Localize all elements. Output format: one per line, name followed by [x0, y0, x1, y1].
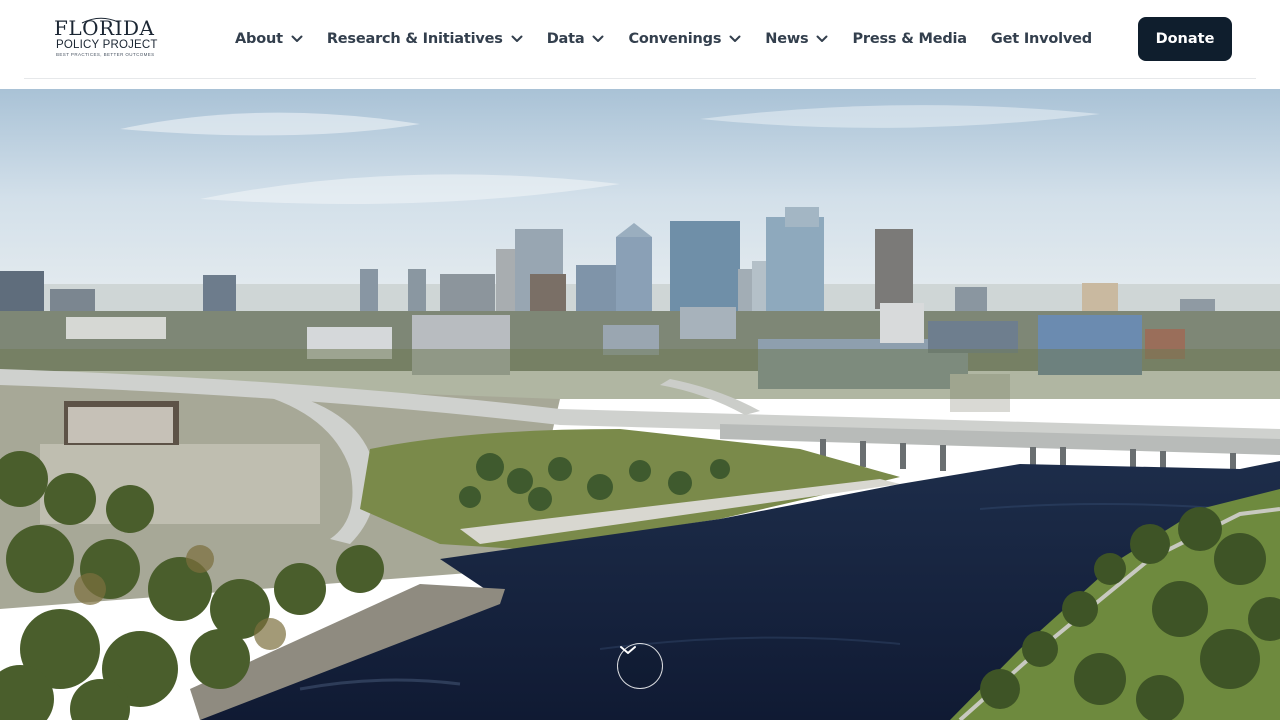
- logo-tagline: BEST PRACTICES, BETTER OUTCOMES: [56, 52, 155, 57]
- header-divider: [24, 78, 1256, 79]
- scroll-down-button[interactable]: [617, 643, 663, 689]
- nav-item-get-involved[interactable]: Get Involved: [991, 19, 1092, 59]
- chevron-down-icon: [592, 35, 604, 42]
- chevron-down-icon: [511, 35, 523, 42]
- nav-item-convenings[interactable]: Convenings: [628, 19, 741, 59]
- site-logo[interactable]: FLORIDA POLICY PROJECT BEST PRACTICES, B…: [54, 16, 162, 60]
- city-skyline-illustration: [0, 89, 1280, 720]
- hero-image: [0, 89, 1280, 720]
- nav-item-news[interactable]: News: [765, 19, 828, 59]
- nav-item-label: Convenings: [628, 31, 722, 47]
- nav-item-data[interactable]: Data: [547, 19, 605, 59]
- logo-wordmark-line1: FLORIDA: [54, 16, 155, 40]
- nav-item-label: News: [765, 31, 809, 47]
- page: FLORIDA POLICY PROJECT BEST PRACTICES, B…: [0, 0, 1280, 720]
- nav-item-label: Research & Initiatives: [326, 31, 503, 47]
- nav-item-label: Press & Media: [852, 31, 967, 47]
- main-nav: About Research & Initiatives Data Conven…: [235, 0, 1092, 78]
- nav-item-label: Get Involved: [990, 31, 1092, 47]
- chevron-down-icon: [816, 35, 828, 42]
- nav-item-press-media[interactable]: Press & Media: [852, 19, 967, 59]
- donate-button[interactable]: Donate: [1138, 17, 1232, 61]
- nav-item-research-initiatives[interactable]: Research & Initiatives: [327, 19, 523, 59]
- chevron-down-icon: [729, 35, 741, 42]
- nav-item-about[interactable]: About: [235, 19, 303, 59]
- nav-item-label: About: [235, 31, 283, 47]
- logo-wordmark-line2: POLICY PROJECT: [56, 39, 158, 51]
- chevron-down-icon: [291, 35, 303, 42]
- nav-item-label: Data: [546, 31, 585, 47]
- chevron-down-icon: [620, 646, 636, 654]
- site-header: FLORIDA POLICY PROJECT BEST PRACTICES, B…: [0, 0, 1280, 89]
